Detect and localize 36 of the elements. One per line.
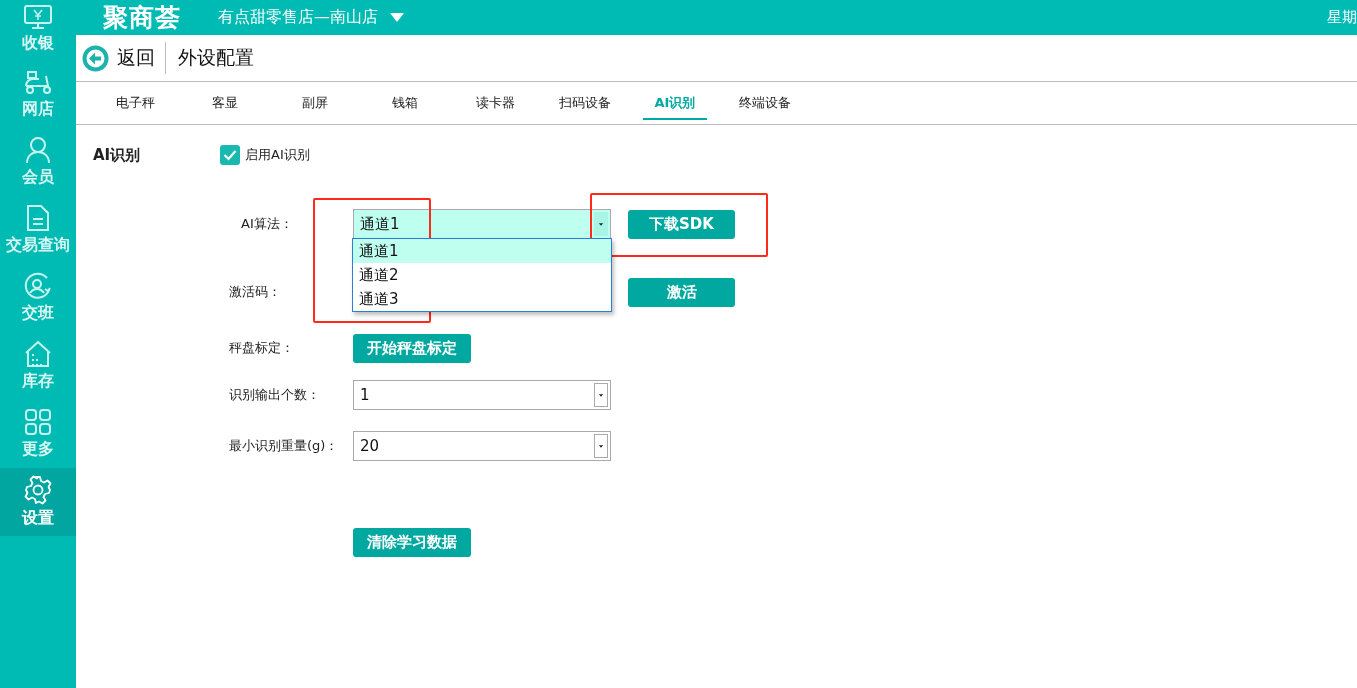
- tab[interactable]: 客显: [180, 82, 270, 124]
- field-label: 激活码：: [229, 283, 282, 301]
- person-icon: [24, 136, 52, 164]
- field-label: 识别输出个数：: [229, 386, 321, 404]
- field-label: 秤盘标定：: [229, 339, 295, 357]
- dropdown-field[interactable]: 20: [353, 431, 611, 461]
- section-title: AI识别: [93, 145, 142, 165]
- house-icon: [23, 340, 53, 368]
- tab[interactable]: 读卡器: [450, 82, 540, 124]
- settings-icon: [23, 475, 53, 505]
- dropdown-option[interactable]: 通道1: [353, 239, 611, 263]
- caret-icon: [390, 13, 404, 22]
- caret-icon: [594, 434, 608, 458]
- document-icon: [26, 204, 50, 232]
- weekday-text: 星期: [1327, 8, 1357, 27]
- tab[interactable]: 扫码设备: [540, 82, 630, 124]
- tab[interactable]: 电子秤: [90, 82, 180, 124]
- scooter-icon: [22, 68, 54, 96]
- tab[interactable]: 终端设备: [720, 82, 810, 124]
- grid-icon: [24, 408, 52, 436]
- tab[interactable]: 副屏: [270, 82, 360, 124]
- dropdown-option[interactable]: 通道2: [353, 263, 611, 287]
- enable-checkbox[interactable]: 启用AI识别: [220, 145, 310, 165]
- app-logo: 聚商荟: [103, 2, 182, 34]
- dropdown-field[interactable]: 1: [353, 380, 611, 410]
- person-cycle-icon: [23, 272, 53, 300]
- caret-icon: [594, 212, 608, 236]
- dropdown-option[interactable]: 通道3: [353, 287, 611, 311]
- caret-icon: [594, 383, 608, 407]
- back-button[interactable]: 返回: [82, 42, 166, 74]
- field-label: 最小识别重量(g)：: [229, 437, 340, 455]
- tab[interactable]: 钱箱: [360, 82, 450, 124]
- field-label: AI算法：: [240, 215, 294, 233]
- page-title: 外设配置: [177, 45, 254, 70]
- dropdown-field[interactable]: 通道1: [353, 209, 611, 239]
- monitor-icon: [23, 4, 53, 30]
